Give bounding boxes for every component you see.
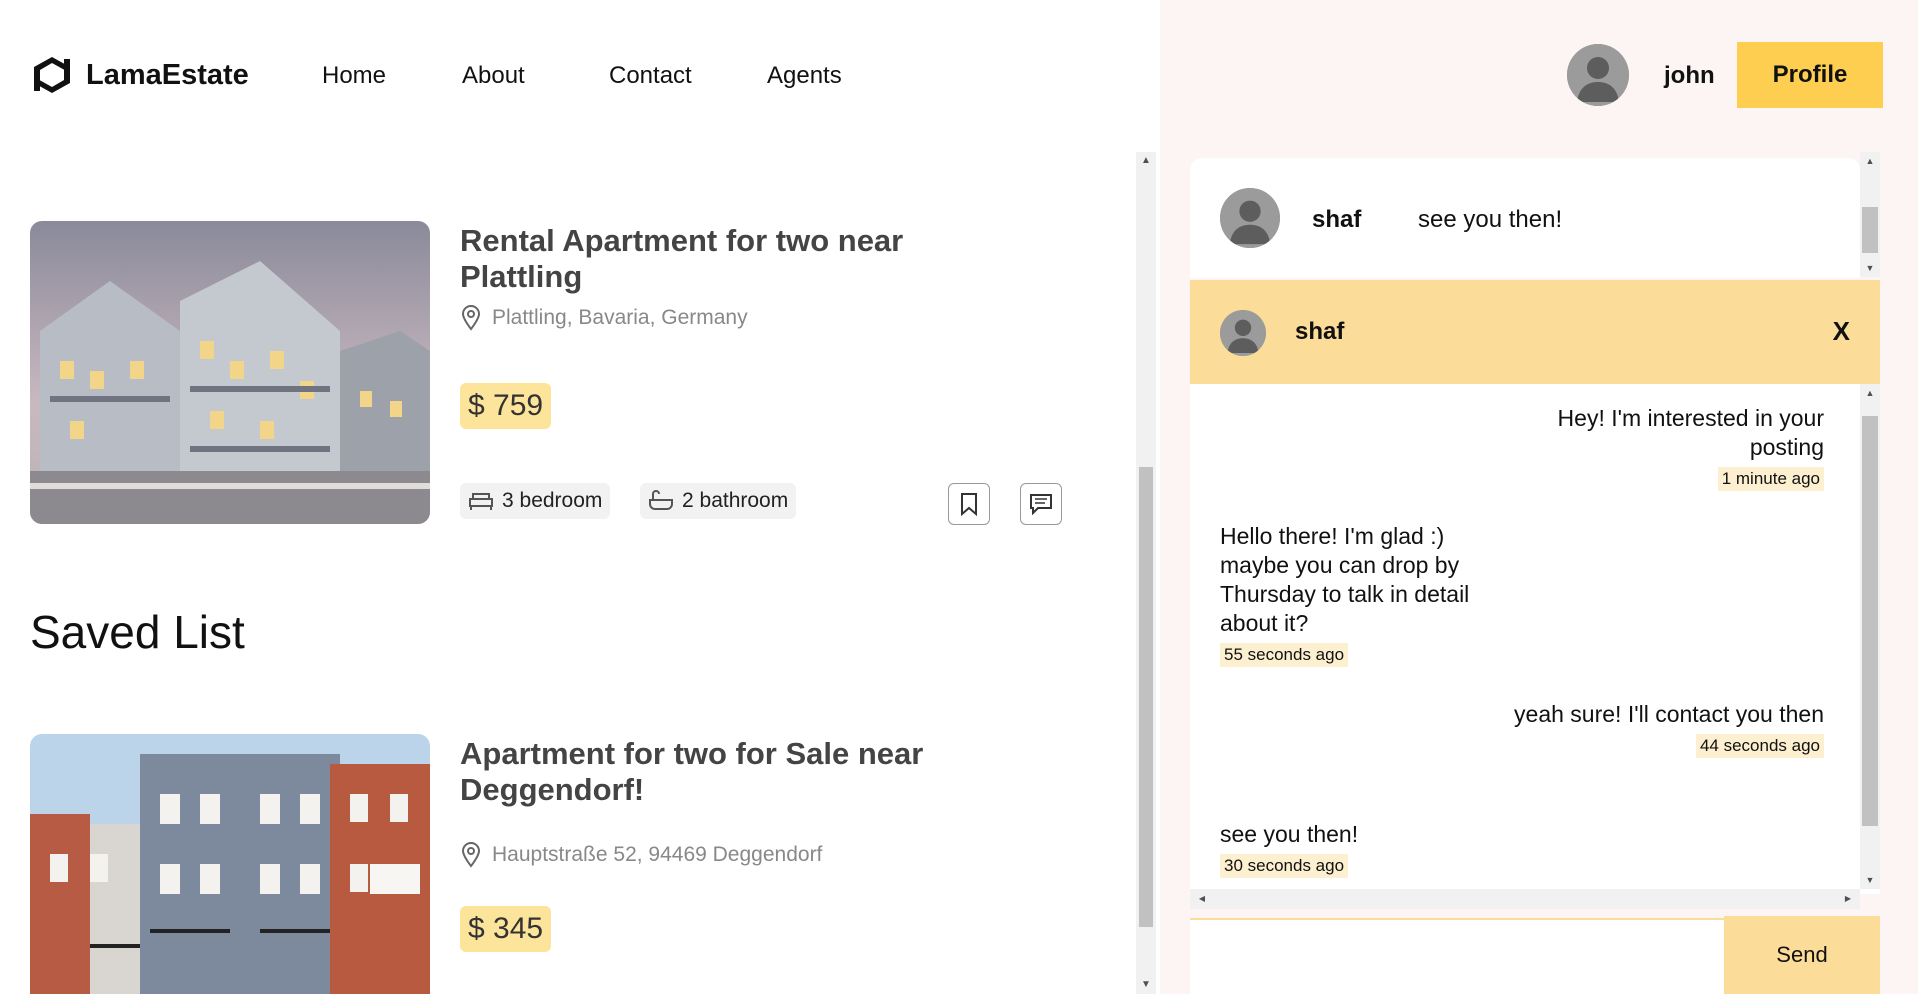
brand-logo[interactable]: LamaEstate (30, 53, 249, 97)
bathroom-text: 2 bathroom (682, 489, 789, 512)
message-text: Hello there! I'm glad :) maybe you can d… (1220, 523, 1470, 636)
user-info: john (1567, 44, 1715, 106)
listing-title[interactable]: Rental Apartment for two near Plattling (460, 223, 1020, 295)
scroll-down-arrow[interactable]: ▼ (1860, 259, 1880, 277)
listing-image[interactable] (30, 221, 430, 524)
avatar (1220, 188, 1280, 248)
listing-card: Rental Apartment for two near Plattling … (30, 221, 1080, 531)
main-scrollbar[interactable]: ▲ ▼ (1136, 152, 1156, 994)
chat-scrollbar[interactable]: ▲ ▼ (1860, 384, 1880, 889)
scrollbar-thumb[interactable] (1139, 467, 1153, 927)
chat-message: Hello there! I'm glad :) maybe you can d… (1220, 522, 1500, 667)
nav-link-agents[interactable]: Agents (767, 62, 842, 90)
listing-image[interactable] (30, 734, 430, 994)
message-input[interactable] (1190, 918, 1724, 994)
scroll-left-arrow[interactable]: ◀ (1192, 890, 1212, 908)
scroll-down-arrow[interactable]: ▼ (1860, 871, 1880, 889)
scroll-right-arrow[interactable]: ▶ (1838, 890, 1858, 908)
listing-title[interactable]: Apartment for two for Sale near Deggendo… (460, 736, 1020, 808)
scrollbar-thumb[interactable] (1862, 207, 1878, 253)
bookmark-icon (961, 493, 977, 516)
message-text: see you then! (1220, 821, 1359, 847)
listing-address: Plattling, Bavaria, Germany (460, 305, 748, 331)
chat-message: Hey! I'm interested in your posting 1 mi… (1504, 404, 1824, 491)
chat-message: see you then! 30 seconds ago (1220, 820, 1500, 878)
chat-button[interactable] (1020, 483, 1062, 525)
listing-price: $ 759 (460, 383, 552, 429)
scrollbar-thumb[interactable] (1862, 416, 1878, 826)
bath-icon (649, 490, 673, 510)
listing-address: Hauptstraße 52, 94469 Deggendorf (460, 842, 822, 868)
scroll-up-arrow[interactable]: ▲ (1860, 384, 1880, 402)
address-text: Plattling, Bavaria, Germany (492, 306, 748, 329)
listing-card: Apartment for two for Sale near Deggendo… (30, 734, 1080, 994)
nav-link-about[interactable]: About (462, 62, 525, 90)
navbar: LamaEstate Home About Contact Agents (30, 50, 842, 100)
map-pin-icon (461, 305, 481, 331)
conversation-item[interactable]: shaf see you then! (1190, 158, 1860, 278)
address-text: Hauptstraße 52, 94469 Deggendorf (492, 843, 823, 866)
bed-icon (469, 493, 493, 510)
avatar[interactable] (1567, 44, 1629, 106)
user-name: john (1664, 62, 1715, 89)
chat-icon (1030, 494, 1052, 515)
logo-icon (34, 57, 70, 93)
bathroom-feature: 2 bathroom (640, 483, 797, 519)
scroll-up-arrow[interactable]: ▲ (1136, 152, 1156, 170)
chat-message: yeah sure! I'll contact you then 44 seco… (1504, 700, 1824, 758)
profile-button[interactable]: Profile (1737, 42, 1883, 108)
avatar (1220, 310, 1266, 356)
scroll-up-arrow[interactable]: ▲ (1860, 152, 1880, 170)
conversation-last-message: see you then! (1418, 206, 1563, 233)
brand-name: LamaEstate (86, 58, 249, 91)
message-time: 1 minute ago (1717, 467, 1824, 491)
nav-link-home[interactable]: Home (322, 62, 386, 90)
close-chat-button[interactable]: X (1833, 316, 1850, 347)
send-button[interactable]: Send (1724, 916, 1880, 994)
scroll-down-arrow[interactable]: ▼ (1136, 976, 1156, 994)
main-content: LamaEstate Home About Contact Agents Ren… (0, 0, 1160, 994)
chat-header: shaf X (1190, 280, 1880, 384)
message-time: 30 seconds ago (1220, 854, 1349, 878)
message-time: 44 seconds ago (1695, 734, 1824, 758)
bedroom-feature: 3 bedroom (460, 483, 611, 519)
chat-messages: Hey! I'm interested in your posting 1 mi… (1190, 384, 1880, 909)
message-text: yeah sure! I'll contact you then (1514, 701, 1824, 727)
conversation-scrollbar[interactable]: ▲ ▼ (1860, 152, 1880, 277)
bedroom-text: 3 bedroom (502, 489, 603, 512)
saved-list-title: Saved List (30, 606, 245, 658)
message-text: Hey! I'm interested in your posting (1557, 405, 1824, 460)
chat-recipient-name: shaf (1295, 318, 1345, 345)
chat-horizontal-scrollbar[interactable]: ◀ ▶ (1190, 889, 1860, 909)
map-pin-icon (461, 842, 481, 868)
conversation-sender: shaf (1312, 206, 1362, 233)
chat-panel: john Profile shaf see you then! ▲ ▼ shaf… (1160, 0, 1918, 994)
save-button[interactable] (948, 483, 990, 525)
nav-link-contact[interactable]: Contact (609, 62, 692, 90)
message-time: 55 seconds ago (1220, 643, 1349, 667)
listing-price: $ 345 (460, 906, 552, 952)
